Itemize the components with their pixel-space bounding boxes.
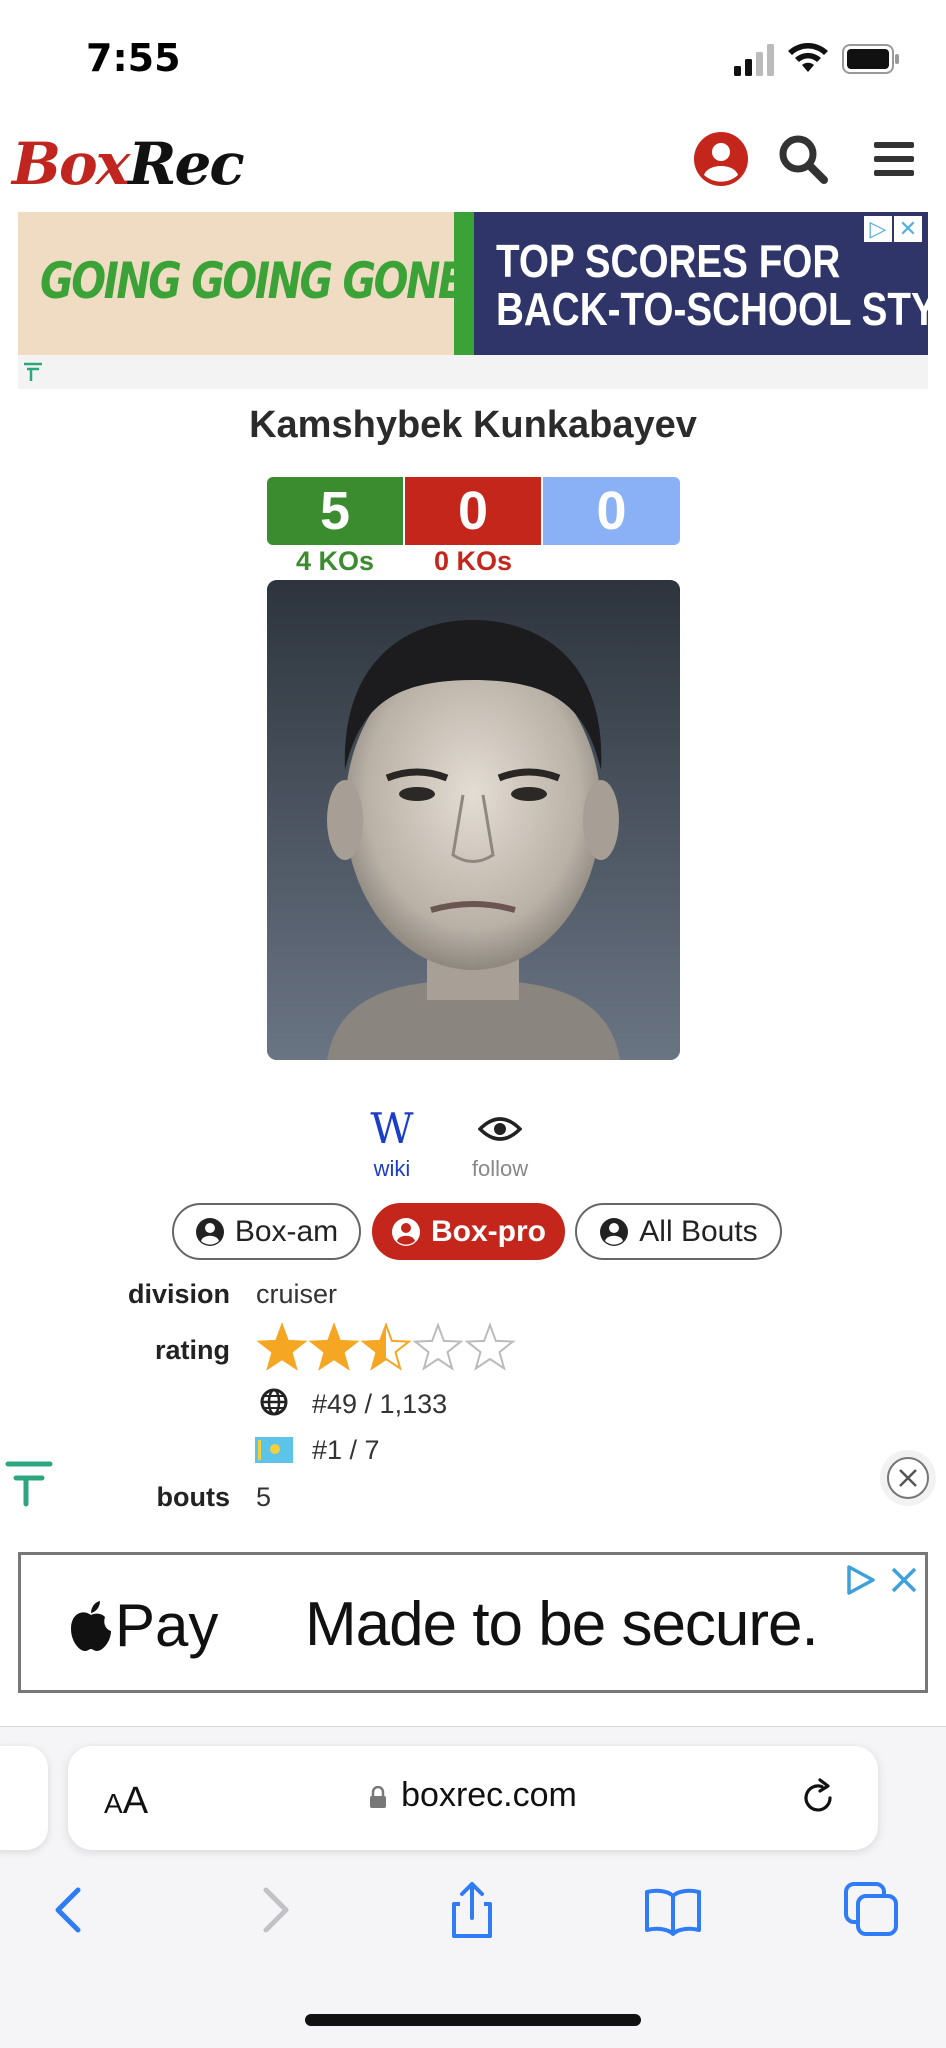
user-circle-icon <box>392 1217 420 1246</box>
wikipedia-icon: W <box>370 1104 414 1153</box>
share-icon[interactable] <box>442 1880 502 1940</box>
rating-label: rating <box>154 1335 230 1365</box>
adchoices-icon[interactable] <box>843 1563 877 1597</box>
lock-icon <box>370 1786 387 1808</box>
adchoices-icon[interactable]: ▷ <box>864 216 892 242</box>
eye-icon <box>478 1117 522 1141</box>
ad-network-icon[interactable] <box>22 361 44 383</box>
record-draws: 0 <box>543 477 680 545</box>
apple-icon <box>71 1600 111 1651</box>
apple-pay-logo: Pay <box>69 1591 218 1660</box>
boxer-name: Kamshybek Kunkabayev <box>249 404 697 446</box>
ad-headline-2: BACK-TO-SCHOOL STYLE <box>496 283 928 335</box>
bouts-value: 5 <box>256 1482 272 1512</box>
top-advertisement[interactable]: GOING GOING GONE! TOP SCORES FOR BACK-TO… <box>18 212 928 355</box>
status-bar: 7:55 <box>0 0 946 120</box>
search-icon[interactable] <box>774 130 832 188</box>
rating-star-filled <box>311 1325 357 1369</box>
globe-icon <box>260 1388 288 1416</box>
url-display[interactable]: boxrec.com <box>68 1776 878 1815</box>
record-losses: 0 <box>405 477 541 545</box>
close-icon <box>887 1457 929 1499</box>
division-label: division <box>127 1279 230 1309</box>
rating-star-filled <box>259 1325 305 1369</box>
follow-link[interactable]: follow <box>444 1106 556 1182</box>
status-time: 7:55 <box>86 36 181 80</box>
follow-label: follow <box>471 1156 529 1181</box>
battery-icon <box>842 44 899 74</box>
home-indicator <box>305 2014 641 2026</box>
tab-box-pro-label: Box-pro <box>431 1214 546 1248</box>
tab-box-pro[interactable]: Box-pro <box>372 1203 565 1260</box>
tab-box-am[interactable]: Box-am <box>172 1203 361 1260</box>
kazakhstan-flag-icon <box>255 1437 293 1463</box>
ad-close-icon[interactable]: ✕ <box>894 216 922 242</box>
wifi-icon <box>788 43 828 72</box>
ad-left-slogan: GOING GOING GONE! <box>40 252 482 310</box>
boxrec-logo[interactable]: BoxRec <box>12 130 245 198</box>
ad-footer-strip <box>18 355 928 389</box>
close-floating-ad-button[interactable] <box>880 1450 936 1506</box>
back-icon[interactable] <box>40 1880 100 1940</box>
wiki-label: wiki <box>373 1156 411 1181</box>
menu-icon[interactable] <box>866 130 924 188</box>
ko-losses: 0 KOs <box>433 546 513 576</box>
user-circle-icon <box>600 1217 629 1246</box>
tab-all-bouts[interactable]: All Bouts <box>575 1203 782 1260</box>
user-circle-icon[interactable] <box>692 130 750 188</box>
division-value: cruiser <box>256 1279 338 1309</box>
ko-wins: 4 KOs <box>295 546 375 576</box>
tabs-icon[interactable] <box>842 1880 902 1940</box>
site-header: BoxRec <box>0 120 946 212</box>
record-wins: 5 <box>267 477 403 545</box>
rating-stars <box>256 1322 516 1371</box>
rating-star-outline <box>412 1322 464 1371</box>
rating-star-outline <box>464 1322 516 1371</box>
record-bar: 5 0 0 <box>267 477 680 545</box>
country-rank[interactable]: #1 / 7 <box>312 1435 380 1466</box>
ad-right-panel: TOP SCORES FOR BACK-TO-SCHOOL STYLE <box>454 212 928 355</box>
boxer-photo <box>267 580 680 1060</box>
cellular-signal-icon <box>734 44 774 76</box>
forward-icon[interactable] <box>244 1880 304 1940</box>
world-rank[interactable]: #49 / 1,133 <box>312 1389 447 1420</box>
tab-box-am-label: Box-am <box>234 1214 339 1248</box>
ad-network-icon[interactable] <box>0 1454 56 1510</box>
bottom-advertisement[interactable]: Pay Made to be secure. <box>18 1552 928 1693</box>
bookmarks-icon[interactable] <box>643 1880 703 1940</box>
bouts-label: bouts <box>156 1482 231 1512</box>
ad-close-icon[interactable] <box>887 1563 921 1597</box>
ad-bottom-message: Made to be secure. <box>305 1590 819 1659</box>
user-circle-icon <box>195 1217 224 1246</box>
ad-headline-1: TOP SCORES FOR <box>496 235 841 287</box>
wiki-link[interactable]: W wiki <box>360 1106 424 1182</box>
previous-tab-peek[interactable] <box>0 1746 48 1850</box>
address-bar[interactable]: AA boxrec.com <box>68 1746 878 1850</box>
tab-all-bouts-label: All Bouts <box>639 1214 758 1248</box>
reload-icon[interactable] <box>796 1776 840 1820</box>
